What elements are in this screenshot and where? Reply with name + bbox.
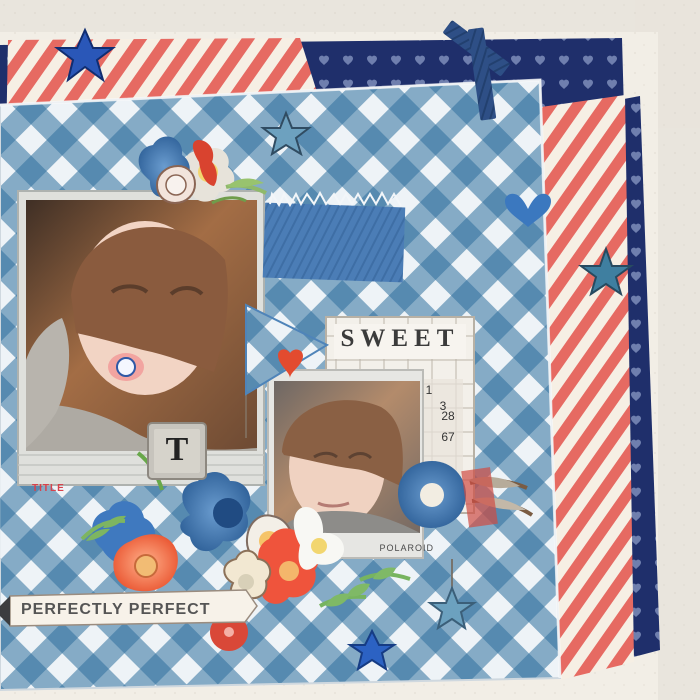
photo-frame-left bbox=[17, 190, 265, 486]
banner-text: PERFECTLY PERFECT bbox=[21, 601, 211, 618]
bingo-number-1: 1 bbox=[425, 383, 433, 397]
polaroid-label: POLAROID bbox=[379, 543, 434, 553]
scrapbook-canvas: SWEET 1 3 28 67 T TITLE POLAROID PERFECT… bbox=[0, 0, 700, 700]
letter-tile-text: T bbox=[165, 431, 189, 468]
bingo-number-67: 67 bbox=[441, 430, 455, 444]
bingo-number-28: 28 bbox=[441, 409, 455, 423]
sweet-title: SWEET bbox=[340, 325, 460, 352]
title-label: TITLE bbox=[32, 483, 65, 494]
